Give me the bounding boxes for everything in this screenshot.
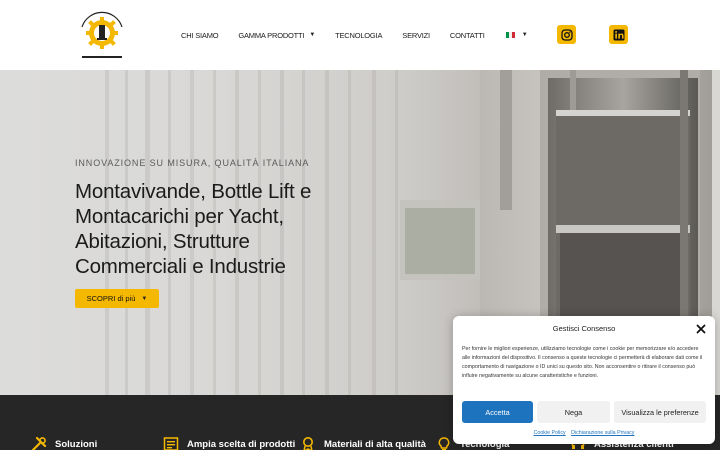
- cookie-dialog-links: Cookie Policy Dichiarazione sulla Privac…: [453, 430, 715, 436]
- award-icon: [300, 436, 316, 450]
- accept-button[interactable]: Accetta: [462, 401, 533, 423]
- chevron-down-icon: ▼: [141, 295, 148, 302]
- hero-headline-line: Montavivande, Bottle Lift e: [75, 180, 312, 203]
- nav-contatti[interactable]: CONTATTI: [450, 31, 485, 40]
- nav-servizi[interactable]: SERVIZI: [402, 31, 430, 40]
- nav-chi-siamo[interactable]: CHI SIAMO: [181, 30, 219, 40]
- close-icon[interactable]: [695, 322, 707, 334]
- hero-headline: Montavivande, Bottle Lift e Montacarichi…: [75, 179, 405, 279]
- feature-label: Ampia scelta di prodotti: [187, 438, 296, 450]
- nav-label: CHI SIAMO: [181, 30, 219, 40]
- feature-item: Soluzioni: [31, 436, 97, 450]
- page: CHI SIAMO GAMMA PRODOTTI ▼ TECNOLOGIA SE…: [0, 0, 720, 450]
- nav-tecnologia[interactable]: TECNOLOGIA: [335, 31, 382, 40]
- tools-icon: [31, 436, 47, 450]
- privacy-statement-link[interactable]: Dichiarazione sulla Privacy: [571, 430, 634, 436]
- instagram-link[interactable]: [557, 25, 576, 44]
- company-logo[interactable]: [78, 5, 126, 65]
- caret-down-icon: ▼: [521, 32, 528, 38]
- site-header: CHI SIAMO GAMMA PRODOTTI ▼ TECNOLOGIA SE…: [0, 0, 720, 70]
- instagram-icon: [560, 28, 573, 41]
- hero-headline-line: Abitazioni, Strutture: [75, 230, 250, 253]
- cta-label: SCOPRI di più: [86, 294, 136, 303]
- cookie-dialog-text: Per fornire le migliori esperienze, util…: [462, 346, 703, 380]
- deny-button[interactable]: Nega: [537, 401, 610, 423]
- feature-item: Ampia scelta di prodotti: [163, 436, 295, 450]
- cookie-dialog-title: Gestisci Consenso: [552, 324, 616, 333]
- view-preferences-button[interactable]: Visualizza le preferenze: [614, 401, 706, 423]
- caret-down-icon: ▼: [309, 32, 316, 38]
- feature-label: Materiali di alta qualità: [324, 438, 426, 450]
- nav-label: TECNOLOGIA: [335, 30, 383, 40]
- linkedin-icon: [613, 29, 624, 40]
- nav-label: SERVIZI: [402, 30, 430, 40]
- cookie-policy-link[interactable]: Cookie Policy: [534, 430, 566, 436]
- main-nav: CHI SIAMO GAMMA PRODOTTI ▼ TECNOLOGIA SE…: [181, 29, 528, 41]
- hero-eyebrow: INNOVAZIONE SU MISURA, QUALITÀ ITALIANA: [75, 158, 310, 168]
- language-selector[interactable]: ▼: [505, 32, 528, 38]
- list-icon: [163, 436, 179, 450]
- nav-gamma-prodotti[interactable]: GAMMA PRODOTTI ▼: [238, 31, 315, 40]
- feature-label: Soluzioni: [55, 438, 98, 450]
- hero-headline-line: Montacarichi per Yacht,: [75, 205, 284, 228]
- nav-label: GAMMA PRODOTTI: [238, 30, 305, 40]
- nav-label: CONTATTI: [449, 30, 485, 40]
- feature-item: Materiali di alta qualità: [300, 436, 426, 450]
- cookie-consent-dialog: Gestisci Consenso Per fornire le miglior…: [453, 316, 715, 444]
- lightbulb-icon: [436, 436, 452, 450]
- discover-more-button[interactable]: SCOPRI di più ▼: [75, 289, 159, 308]
- hero-headline-line: Commerciali e Industrie: [75, 255, 286, 278]
- italian-flag-icon: [505, 32, 515, 38]
- linkedin-link[interactable]: [609, 25, 628, 44]
